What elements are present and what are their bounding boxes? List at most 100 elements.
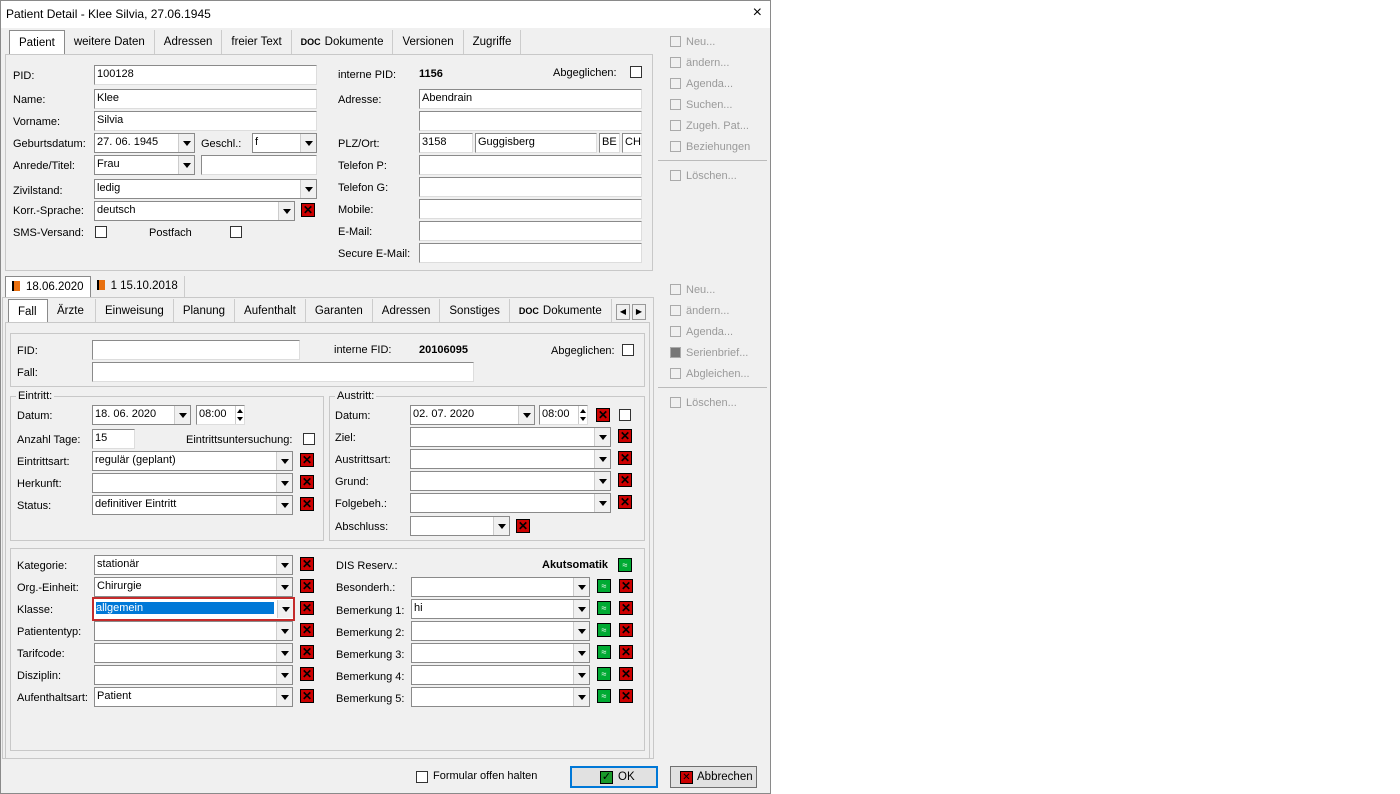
plz-field[interactable]: 3158 — [419, 133, 473, 153]
bemerkung-3-select[interactable] — [411, 643, 590, 663]
chevron-down-icon[interactable] — [276, 556, 292, 574]
agenda-button[interactable]: Agenda... — [670, 78, 733, 90]
edit-icon[interactable]: ≈ — [597, 689, 611, 703]
chevron-down-icon[interactable] — [573, 688, 589, 706]
clear-icon[interactable]: ✕ — [618, 473, 632, 487]
tab-patient[interactable]: Patient — [9, 30, 65, 54]
chevron-down-icon[interactable] — [174, 406, 190, 424]
sms-versand-checkbox[interactable] — [95, 226, 107, 238]
eintritt-datum-picker[interactable]: 18. 06. 2020 — [92, 405, 191, 425]
fall-field[interactable] — [92, 362, 474, 382]
tab-garanten[interactable]: Garanten — [306, 299, 373, 323]
tab-fall-adressen[interactable]: Adressen — [373, 299, 441, 323]
fall-abgeglichen-checkbox[interactable] — [622, 344, 634, 356]
geburtsdatum-picker[interactable]: 27. 06. 1945 — [94, 133, 195, 153]
chevron-down-icon[interactable] — [573, 578, 589, 596]
chevron-down-icon[interactable] — [276, 496, 292, 514]
close-icon[interactable]: × — [753, 4, 762, 22]
kategorie-select[interactable]: stationär — [94, 555, 293, 575]
edit-icon[interactable]: ≈ — [597, 579, 611, 593]
chevron-down-icon[interactable] — [276, 644, 292, 662]
austritt-checkbox[interactable] — [619, 409, 631, 421]
tab-fall-dokumente[interactable]: DOC Dokumente — [510, 299, 612, 323]
chevron-down-icon[interactable] — [300, 134, 316, 152]
clear-icon[interactable]: ✕ — [300, 689, 314, 703]
adresse-field[interactable]: Abendrain — [419, 89, 642, 109]
chevron-down-icon[interactable] — [276, 578, 292, 596]
chevron-down-icon[interactable] — [276, 666, 292, 684]
chevron-down-icon[interactable] — [594, 472, 610, 490]
name-field[interactable]: Klee — [94, 89, 317, 109]
tab-fall[interactable]: Fall — [8, 299, 48, 323]
abschluss-select[interactable] — [410, 516, 510, 536]
clear-icon[interactable]: ✕ — [619, 689, 633, 703]
neu-button[interactable]: Neu... — [670, 36, 715, 48]
chevron-down-icon[interactable] — [594, 494, 610, 512]
aufenthaltsart-select[interactable]: Patient — [94, 687, 293, 707]
geschlecht-select[interactable]: f — [252, 133, 317, 153]
org-einheit-select[interactable]: Chirurgie — [94, 577, 293, 597]
tab-sonstiges[interactable]: Sonstiges — [440, 299, 510, 323]
austritt-zeit-field[interactable]: 08:00 — [539, 405, 588, 425]
chevron-down-icon[interactable] — [278, 202, 294, 220]
patiententyp-select[interactable] — [94, 621, 293, 641]
clear-icon[interactable]: ✕ — [300, 453, 314, 467]
edit-icon[interactable]: ≈ — [597, 623, 611, 637]
tab-scroll-left-icon[interactable]: ◀ — [616, 304, 630, 320]
clear-icon[interactable]: ✕ — [619, 623, 633, 637]
zugeh-pat-button[interactable]: Zugeh. Pat... — [670, 120, 749, 132]
secure-email-field[interactable] — [419, 243, 642, 263]
clear-icon[interactable]: ✕ — [618, 451, 632, 465]
serienbrief-button[interactable]: Serienbrief... — [670, 347, 748, 359]
clear-icon[interactable]: ✕ — [300, 475, 314, 489]
adresse2-field[interactable] — [419, 111, 642, 131]
fall-loeschen-button[interactable]: Löschen... — [670, 397, 737, 409]
cancel-button[interactable]: ✕ Abbrechen — [670, 766, 757, 788]
clear-icon[interactable]: ✕ — [300, 667, 314, 681]
land-field[interactable]: CH — [622, 133, 642, 153]
titel-field[interactable] — [201, 155, 317, 175]
fid-field[interactable] — [92, 340, 300, 360]
edit-icon[interactable]: ≈ — [597, 601, 611, 615]
chevron-down-icon[interactable] — [573, 666, 589, 684]
vorname-field[interactable]: Silvia — [94, 111, 317, 131]
ort-field[interactable]: Guggisberg — [475, 133, 597, 153]
aendern-button[interactable]: ändern... — [670, 57, 729, 69]
bemerkung-2-select[interactable] — [411, 621, 590, 641]
clear-icon[interactable]: ✕ — [300, 497, 314, 511]
mobile-field[interactable] — [419, 199, 642, 219]
eintrittsuntersuchung-checkbox[interactable] — [303, 433, 315, 445]
eintritt-zeit-field[interactable]: 08:00 — [196, 405, 245, 425]
telefon-g-field[interactable] — [419, 177, 642, 197]
chevron-down-icon[interactable] — [276, 688, 292, 706]
abgeglichen-checkbox[interactable] — [630, 66, 642, 78]
chevron-down-icon[interactable] — [276, 452, 292, 470]
spinner-icon[interactable] — [235, 406, 244, 424]
grund-select[interactable] — [410, 471, 611, 491]
chevron-down-icon[interactable] — [277, 600, 293, 618]
tab-aufenthalt[interactable]: Aufenthalt — [235, 299, 306, 323]
chevron-down-icon[interactable] — [493, 517, 509, 535]
clear-icon[interactable]: ✕ — [300, 579, 314, 593]
chevron-down-icon[interactable] — [276, 622, 292, 640]
edit-icon[interactable]: ≈ — [597, 667, 611, 681]
austritt-datum-picker[interactable]: 02. 07. 2020 — [410, 405, 535, 425]
tab-zugriffe[interactable]: Zugriffe — [464, 30, 522, 54]
suchen-button[interactable]: Suchen... — [670, 99, 732, 111]
bemerkung-1-select[interactable]: hi — [411, 599, 590, 619]
clear-icon[interactable]: ✕ — [618, 495, 632, 509]
clear-icon[interactable]: ✕ — [301, 203, 315, 217]
telefon-p-field[interactable] — [419, 155, 642, 175]
tab-case-previous[interactable]: 1 15.10.2018 — [91, 276, 185, 298]
tab-versionen[interactable]: Versionen — [393, 30, 464, 54]
fall-agenda-button[interactable]: Agenda... — [670, 326, 733, 338]
herkunft-select[interactable] — [92, 473, 293, 493]
clear-icon[interactable]: ✕ — [619, 645, 633, 659]
loeschen-button[interactable]: Löschen... — [670, 170, 737, 182]
tarifcode-select[interactable] — [94, 643, 293, 663]
klasse-select[interactable]: allgemein — [92, 597, 295, 621]
spinner-icon[interactable] — [578, 406, 587, 424]
clear-icon[interactable]: ✕ — [619, 601, 633, 615]
chevron-down-icon[interactable] — [518, 406, 534, 424]
clear-icon[interactable]: ✕ — [300, 645, 314, 659]
